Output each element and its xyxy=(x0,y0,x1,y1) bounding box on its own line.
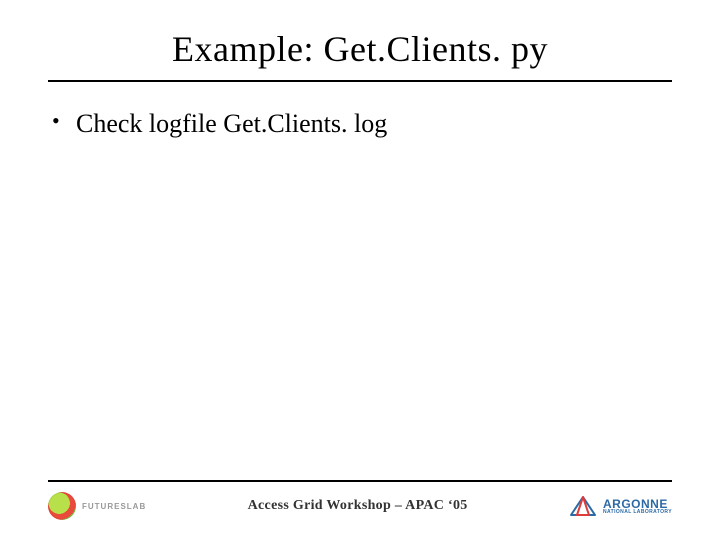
slide: Example: Get.Clients. py Check logfile G… xyxy=(0,0,720,540)
argonne-main: ARGONNE xyxy=(603,498,672,510)
argonne-sub: NATIONAL LABORATORY xyxy=(603,510,672,515)
argonne-mark-icon xyxy=(569,495,597,517)
futureslab-mark-icon xyxy=(48,492,76,520)
page-title: Example: Get.Clients. py xyxy=(48,28,672,70)
footer-text: Access Grid Workshop – APAC ‘05 xyxy=(158,498,557,514)
argonne-text: ARGONNE NATIONAL LABORATORY xyxy=(603,498,672,515)
bullet-list: Check logfile Get.Clients. log xyxy=(48,106,672,141)
argonne-logo: ARGONNE NATIONAL LABORATORY xyxy=(569,495,672,517)
futureslab-logo: FUTURESLAB xyxy=(48,492,146,520)
footer-row: FUTURESLAB Access Grid Workshop – APAC ‘… xyxy=(48,492,672,520)
futureslab-text: FUTURESLAB xyxy=(82,502,146,511)
footer-divider xyxy=(48,480,672,482)
list-item: Check logfile Get.Clients. log xyxy=(48,106,672,141)
title-divider xyxy=(48,80,672,82)
footer: FUTURESLAB Access Grid Workshop – APAC ‘… xyxy=(48,480,672,520)
